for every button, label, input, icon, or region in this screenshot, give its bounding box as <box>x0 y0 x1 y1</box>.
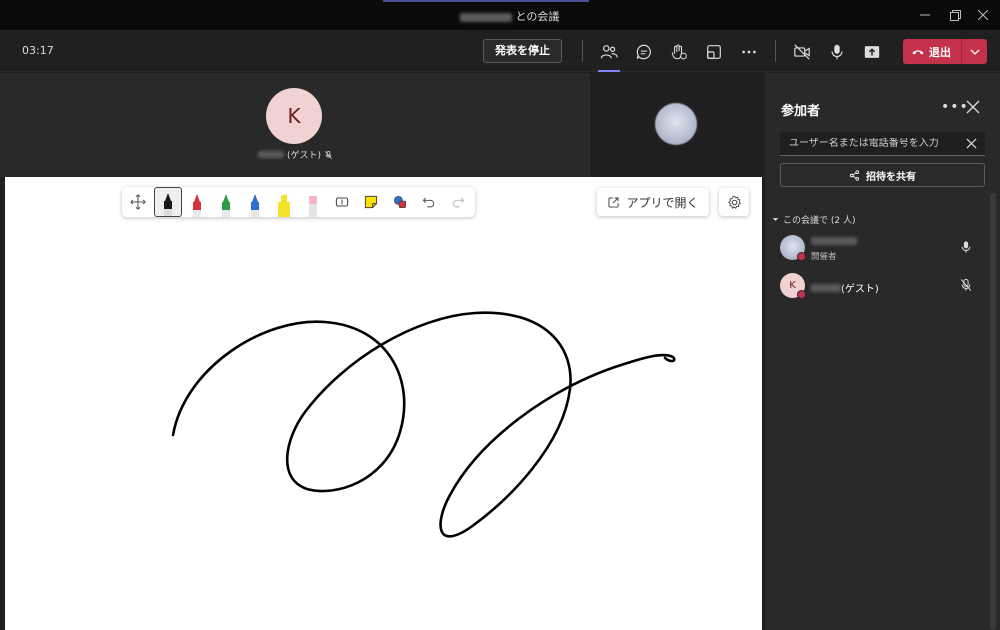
share-icon[interactable] <box>861 41 883 63</box>
gear-icon[interactable] <box>719 188 749 216</box>
title-accent-line <box>383 0 589 2</box>
black-pen-tool[interactable] <box>154 187 182 217</box>
redacted-name <box>811 283 841 292</box>
minimize-icon[interactable] <box>910 4 940 26</box>
more-icon[interactable]: ••• <box>941 99 969 115</box>
green-pen-tool[interactable] <box>212 187 240 217</box>
title-bar: との会議 <box>0 0 1000 30</box>
shapes-icon[interactable] <box>386 187 414 217</box>
clear-icon[interactable] <box>966 138 977 149</box>
participants-panel: 参加者 ••• 招待を共有 この会議で (2 人) 開催者 K (ゲスト) <box>765 73 1000 630</box>
highlighter-tool[interactable] <box>270 187 298 217</box>
whiteboard-toolbar <box>122 187 475 217</box>
whiteboard-canvas[interactable]: アプリで開く <box>5 177 762 630</box>
restore-icon[interactable] <box>940 4 970 26</box>
leave-button[interactable]: 退出 <box>903 39 987 64</box>
close-icon[interactable] <box>968 4 998 26</box>
toolbar-divider <box>775 40 776 62</box>
section-label: この会議で (2 人) <box>783 216 856 226</box>
toolbar-divider <box>582 40 583 62</box>
avatar: K <box>266 88 322 144</box>
people-icon[interactable] <box>598 41 620 63</box>
search-field[interactable] <box>780 132 985 156</box>
participant-name <box>811 237 857 245</box>
eraser-tool[interactable] <box>299 187 327 217</box>
mic-off-icon <box>960 278 972 291</box>
ink-drawing <box>171 311 676 538</box>
window-title-text: との会議 <box>515 10 560 23</box>
redacted-name <box>460 12 512 22</box>
redacted-name <box>258 151 284 158</box>
chat-icon[interactable] <box>633 41 655 63</box>
status-badge <box>797 252 806 261</box>
chevron-down-icon <box>772 218 779 221</box>
guest-suffix: (ゲスト) <box>841 284 879 295</box>
meeting-toolbar: 03:17 発表を停止 退出 <box>0 30 1000 72</box>
mic-icon[interactable] <box>826 41 848 63</box>
camera-off-icon[interactable] <box>791 41 813 63</box>
status-badge <box>797 290 806 299</box>
share-link-icon <box>849 169 860 181</box>
window-title: との会議 <box>460 8 559 24</box>
video-strip: K (ゲスト) <box>0 73 762 177</box>
participant-row[interactable]: 開催者 <box>780 233 985 263</box>
redo-icon[interactable] <box>444 187 472 217</box>
close-icon[interactable] <box>966 100 980 114</box>
more-icon[interactable] <box>738 41 760 63</box>
redacted-name <box>811 237 857 245</box>
move-icon[interactable] <box>124 187 152 217</box>
undo-icon[interactable] <box>415 187 443 217</box>
open-in-app-label: アプリで開く <box>626 195 699 210</box>
leave-label: 退出 <box>929 45 951 59</box>
chevron-down-icon[interactable] <box>962 47 987 57</box>
people-active-indicator <box>598 70 620 72</box>
share-invite-label: 招待を共有 <box>866 171 916 183</box>
stop-presenting-button[interactable]: 発表を停止 <box>483 39 562 63</box>
guest-suffix: (ゲスト) <box>287 151 322 161</box>
participant-name-label: (ゲスト) <box>258 148 333 161</box>
avatar <box>655 103 697 145</box>
sticky-note-icon[interactable] <box>357 187 385 217</box>
open-in-app-button[interactable]: アプリで開く <box>597 188 709 216</box>
panel-title: 参加者 <box>781 104 821 119</box>
participant-role: 開催者 <box>811 252 837 262</box>
red-pen-tool[interactable] <box>183 187 211 217</box>
share-invite-button[interactable]: 招待を共有 <box>780 163 985 187</box>
open-external-icon <box>608 196 620 208</box>
panel-scrollbar[interactable] <box>990 193 996 630</box>
hang-up-icon <box>912 49 924 54</box>
participant-row[interactable]: K (ゲスト) <box>780 271 985 301</box>
mic-icon <box>961 241 971 253</box>
meeting-timer: 03:17 <box>22 44 54 57</box>
participant-name: (ゲスト) <box>811 280 879 295</box>
rooms-icon[interactable] <box>703 41 725 63</box>
organizer-video-tile[interactable] <box>590 73 762 177</box>
reactions-icon[interactable] <box>668 41 690 63</box>
search-input[interactable] <box>789 138 959 149</box>
section-header[interactable]: この会議で (2 人) <box>772 213 855 226</box>
blue-pen-tool[interactable] <box>241 187 269 217</box>
text-icon[interactable] <box>328 187 356 217</box>
guest-video-tile[interactable]: K (ゲスト) <box>0 73 590 177</box>
mic-off-icon <box>325 150 332 159</box>
leave-main[interactable]: 退出 <box>903 39 961 64</box>
